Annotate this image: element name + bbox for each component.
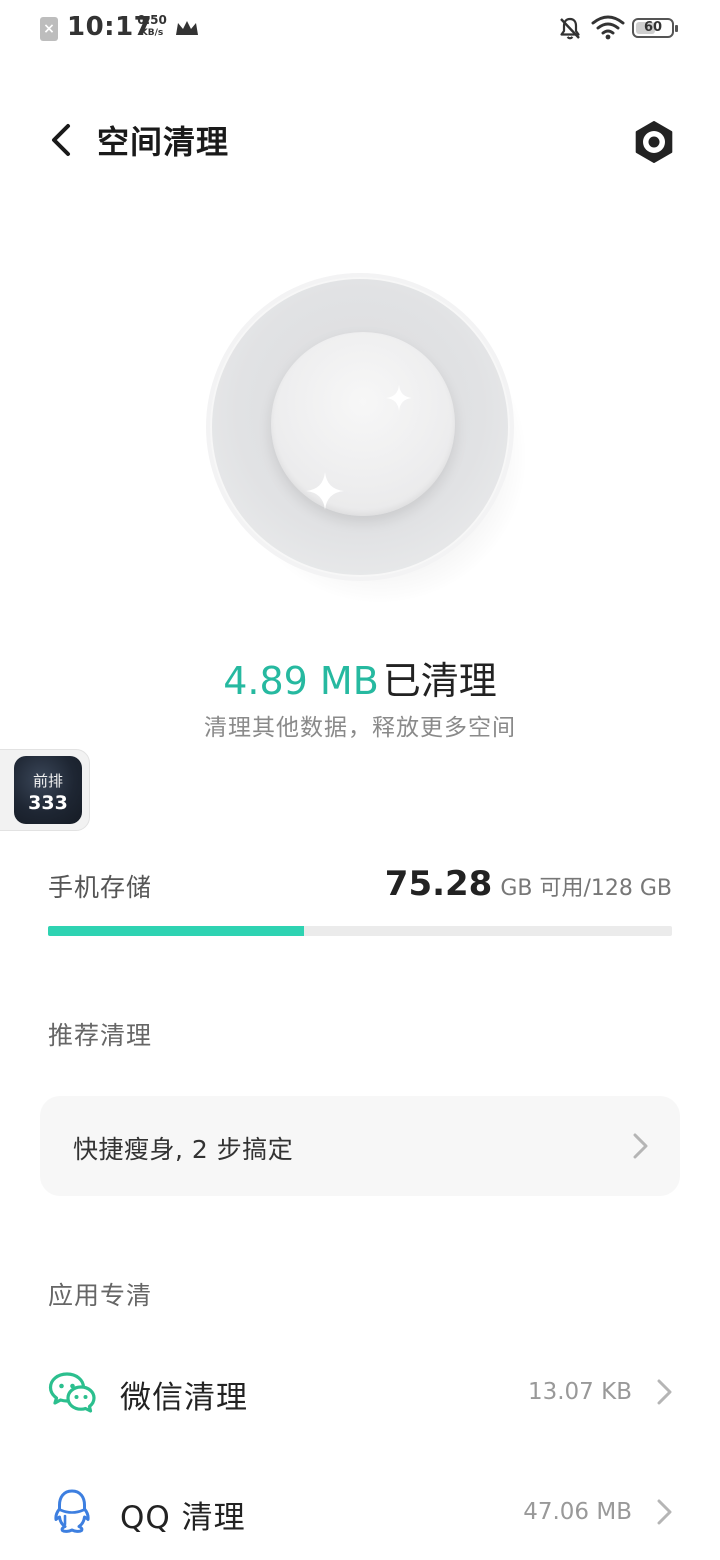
battery-level: 60 (643, 20, 663, 35)
app-cleanup-section-title: 应用专清 (48, 1281, 153, 1310)
storage-label: 手机存储 (48, 873, 153, 902)
page-title: 空间清理 (97, 123, 230, 161)
app-size: 13.07 KB (527, 1379, 632, 1405)
floating-badge-number: 333 (28, 792, 68, 814)
floating-game-badge[interactable]: 前排 333 (0, 749, 90, 831)
chevron-right-icon (633, 1133, 648, 1159)
wechat-icon (48, 1372, 96, 1413)
network-speed-value: 0.50 (137, 13, 167, 27)
back-button[interactable] (40, 116, 88, 164)
app-size: 47.06 MB (523, 1499, 632, 1525)
recommended-section-title: 推荐清理 (48, 1021, 153, 1050)
storage-progress-bar (48, 926, 672, 936)
no-sim-icon: × (40, 17, 58, 41)
wechat-cleanup-row[interactable]: 微信清理 13.07 KB (0, 1342, 720, 1442)
app-name: 微信清理 (120, 1380, 248, 1416)
network-speed: 0.50 KB/s (136, 14, 168, 40)
sparkle-icon (306, 472, 344, 510)
crown-icon (176, 21, 198, 35)
battery-icon: 60 (632, 18, 678, 38)
chevron-right-icon (657, 1499, 672, 1525)
cleaned-amount: 4.89 MB (223, 659, 379, 703)
chevron-left-icon (52, 124, 70, 156)
chevron-right-icon (657, 1379, 672, 1405)
network-speed-unit: KB/s (140, 28, 164, 38)
quick-slim-card[interactable]: 快捷瘦身, 2 步搞定 (40, 1096, 680, 1196)
cleaned-subtitle: 清理其他数据，释放更多空间 (204, 715, 516, 741)
qq-cleanup-row[interactable]: QQ 清理 47.06 MB (0, 1462, 720, 1560)
floating-badge-text: 前排 (32, 772, 63, 790)
bowl-inner (271, 332, 455, 516)
space-cleanup-screen: × 10:17 0.50 KB/s 60 空间清理 4.89 MB 已清理 清理… (0, 0, 720, 1560)
quick-slim-text: 快捷瘦身, 2 步搞定 (73, 1135, 294, 1164)
bell-off-icon (560, 17, 580, 40)
storage-suffix: GB 可用/128 GB (500, 876, 672, 901)
status-bar: × 10:17 0.50 KB/s 60 (0, 0, 720, 56)
qq-icon (54, 1489, 90, 1533)
settings-button[interactable] (628, 116, 680, 168)
storage-progress-fill (48, 926, 304, 936)
cleaned-label: 已清理 (382, 659, 497, 703)
storage-value: 75.28 GB 可用/128 GB (385, 864, 672, 904)
cleanup-bowl-illustration (205, 272, 525, 602)
cleaned-result: 4.89 MB 已清理 (0, 650, 720, 705)
wifi-icon (591, 15, 625, 40)
sparkle-icon (386, 385, 412, 411)
app-name: QQ 清理 (120, 1500, 246, 1536)
settings-hex-icon (635, 121, 673, 163)
floating-badge-image: 前排 333 (14, 756, 82, 824)
storage-available: 75.28 (384, 864, 493, 904)
